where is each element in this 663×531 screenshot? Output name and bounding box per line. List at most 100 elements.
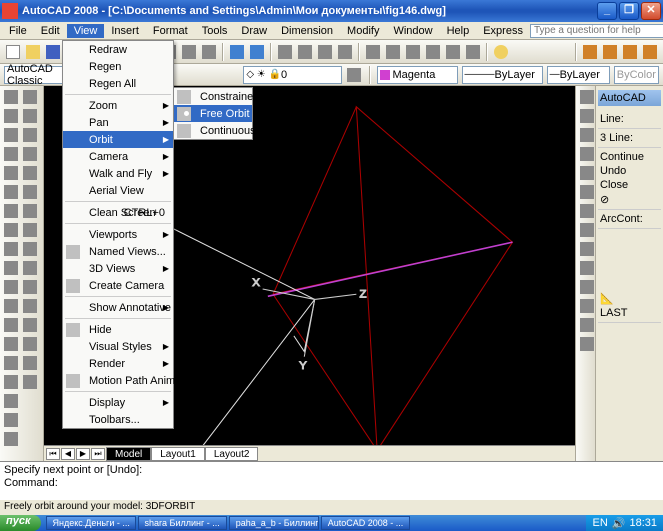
history-line[interactable]: 3 Line:	[598, 131, 661, 145]
calc-button[interactable]	[464, 43, 482, 61]
layer-states-button[interactable]	[346, 66, 362, 84]
r-tool-13[interactable]	[578, 316, 596, 334]
array-tool[interactable]	[21, 164, 39, 182]
minimize-button[interactable]: _	[597, 2, 617, 20]
chamfer-tool[interactable]	[21, 335, 39, 353]
zoomprev-button[interactable]	[336, 43, 354, 61]
command-window[interactable]: Specify next point or [Undo]: Command:	[0, 461, 663, 499]
line-tool[interactable]	[2, 88, 20, 106]
revcloud-tool[interactable]	[2, 221, 20, 239]
menu-draw[interactable]: Draw	[234, 24, 274, 38]
copy-tool[interactable]	[21, 107, 39, 125]
view-menu-item[interactable]: Redraw	[63, 41, 173, 58]
circle-tool[interactable]	[2, 202, 20, 220]
lineweight-combo[interactable]: — ByLayer	[547, 66, 610, 84]
view-menu-item[interactable]: Named Views...	[63, 243, 173, 260]
anno-icon2[interactable]	[601, 43, 619, 61]
polygon-tool[interactable]	[2, 145, 20, 163]
mtext-tool[interactable]	[2, 430, 20, 448]
open-button[interactable]	[24, 43, 42, 61]
view-menu-item[interactable]: Regen	[63, 58, 173, 75]
explode-tool[interactable]	[21, 373, 39, 391]
r-tool-1[interactable]	[578, 88, 596, 106]
history-toggle[interactable]: ⊘	[598, 192, 661, 207]
tab-nav-next[interactable]: ▶	[76, 448, 90, 460]
new-button[interactable]	[4, 43, 22, 61]
properties-button[interactable]	[364, 43, 382, 61]
view-menu-item[interactable]: Render▶	[63, 355, 173, 372]
taskbar-button[interactable]: AutoCAD 2008 - ...	[321, 516, 411, 530]
anno-icon3[interactable]	[621, 43, 639, 61]
anno-icon[interactable]	[581, 43, 599, 61]
spline-tool[interactable]	[2, 240, 20, 258]
tab-nav-first[interactable]: ⏮	[46, 448, 60, 460]
paste-button[interactable]	[180, 43, 198, 61]
history-continue[interactable]: Continue	[598, 150, 661, 164]
view-menu-item[interactable]: Show Annotative Objects▶	[63, 299, 173, 316]
history-close[interactable]: Close	[598, 178, 661, 192]
view-menu-item[interactable]: Zoom▶	[63, 97, 173, 114]
layer-combo[interactable]: ◇ ☀ 🔒 0	[243, 66, 342, 84]
orbit-menu-item[interactable]: Continuous Orbit	[174, 122, 252, 139]
taskbar-button[interactable]: paha_a_b - Биллинг	[229, 516, 319, 530]
join-tool[interactable]	[21, 316, 39, 334]
r-tool-9[interactable]	[578, 240, 596, 258]
command-prompt[interactable]: Command:	[4, 477, 659, 490]
rectangle-tool[interactable]	[2, 164, 20, 182]
pline-tool[interactable]	[2, 126, 20, 144]
r-tool-11[interactable]	[578, 278, 596, 296]
tab-nav-last[interactable]: ⏭	[91, 448, 105, 460]
mirror-tool[interactable]	[21, 126, 39, 144]
ellipse-tool[interactable]	[2, 259, 20, 277]
view-menu-item[interactable]: Orbit▶	[63, 131, 173, 148]
taskbar-button[interactable]: shara Биллинг - ...	[138, 516, 227, 530]
region-tool[interactable]	[2, 392, 20, 410]
hatch-tool[interactable]	[2, 354, 20, 372]
matchprop-button[interactable]	[200, 43, 218, 61]
tab-layout1[interactable]: Layout1	[151, 447, 205, 461]
history-last[interactable]: LAST	[598, 306, 661, 320]
gradient-tool[interactable]	[2, 373, 20, 391]
history-line[interactable]: Line:	[598, 112, 661, 126]
taskbar-button[interactable]: Яндекс.Деньги - ...	[46, 516, 136, 530]
fillet-tool[interactable]	[21, 354, 39, 372]
menu-view[interactable]: View	[67, 24, 105, 38]
trim-tool[interactable]	[21, 259, 39, 277]
menu-file[interactable]: File	[2, 24, 34, 38]
history-arccont[interactable]: ArcCont:	[598, 212, 661, 226]
view-menu-item[interactable]: Clean ScreenCTRL+0	[63, 204, 173, 221]
r-tool-7[interactable]	[578, 202, 596, 220]
view-menu-item[interactable]: Display▶	[63, 394, 173, 411]
r-tool-14[interactable]	[578, 335, 596, 353]
block-tool[interactable]	[2, 316, 20, 334]
tab-nav-prev[interactable]: ◀	[61, 448, 75, 460]
view-menu-item[interactable]: Motion Path Animations...	[63, 372, 173, 389]
ellipsearc-tool[interactable]	[2, 278, 20, 296]
markup-button[interactable]	[444, 43, 462, 61]
menu-dimension[interactable]: Dimension	[274, 24, 340, 38]
rotate-tool[interactable]	[21, 202, 39, 220]
r-tool-8[interactable]	[578, 221, 596, 239]
r-tool-4[interactable]	[578, 145, 596, 163]
menu-format[interactable]: Format	[146, 24, 195, 38]
menu-modify[interactable]: Modify	[340, 24, 386, 38]
linetype-combo[interactable]: ——— ByLayer	[462, 66, 543, 84]
orbit-menu-item[interactable]: Constrained Orbit	[174, 88, 252, 105]
stretch-tool[interactable]	[21, 240, 39, 258]
orbit-menu-item[interactable]: Free Orbit	[174, 105, 252, 122]
erase-tool[interactable]	[21, 88, 39, 106]
lang-indicator[interactable]: EN	[592, 517, 607, 529]
r-tool-12[interactable]	[578, 297, 596, 315]
plotstyle-combo[interactable]: ByColor	[614, 66, 659, 84]
restore-button[interactable]: ❐	[619, 2, 639, 20]
view-menu-item[interactable]: Toolbars...	[63, 411, 173, 428]
tray-icon[interactable]: 🔊	[612, 517, 626, 530]
arc-tool[interactable]	[2, 183, 20, 201]
table-tool[interactable]	[2, 411, 20, 429]
view-menu-item[interactable]: Aerial View	[63, 182, 173, 199]
r-tool-6[interactable]	[578, 183, 596, 201]
r-tool-10[interactable]	[578, 259, 596, 277]
close-button[interactable]: ✕	[641, 2, 661, 20]
anno-icon4[interactable]	[641, 43, 659, 61]
pan-button[interactable]	[276, 43, 294, 61]
